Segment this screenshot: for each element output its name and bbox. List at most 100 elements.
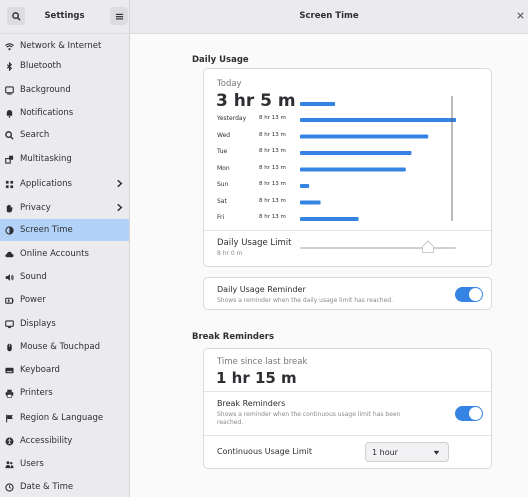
wifi-icon <box>5 42 14 50</box>
bar-mon <box>300 167 406 172</box>
sidebar-item-label: Bluetooth <box>20 61 62 71</box>
bar-fri <box>300 217 359 221</box>
clock-icon <box>5 482 14 492</box>
sidebar-header: Settings <box>0 0 129 34</box>
daily-usage-title: Daily Usage <box>192 55 249 65</box>
users-icon <box>5 460 14 468</box>
chevron-right-icon <box>117 203 123 212</box>
break-reminders-toggle[interactable] <box>455 406 483 421</box>
main-header: Screen Time <box>130 0 528 34</box>
background-icon <box>5 85 14 95</box>
sidebar-item-screen-time[interactable]: Screen Time <box>0 219 129 241</box>
sidebar-item-label: Network & Internet <box>20 41 102 51</box>
sidebar-item-label: Users <box>20 459 44 469</box>
sidebar-item-label: Sound <box>20 272 47 282</box>
sidebar-item-printers[interactable]: Printers <box>0 382 129 404</box>
sidebar-item-multitasking[interactable]: Multitasking <box>0 148 129 170</box>
slider-handle[interactable] <box>421 240 435 254</box>
sidebar-item-keyboard[interactable]: Keyboard <box>0 359 129 381</box>
sidebar-item-label: Search <box>20 130 50 140</box>
bluetooth-icon <box>6 61 13 71</box>
mouse-icon <box>7 343 12 351</box>
divider <box>204 391 491 392</box>
search-button[interactable] <box>7 7 25 25</box>
sidebar-item-online-accounts[interactable]: Online Accounts <box>0 243 129 265</box>
sidebar-item-users[interactable]: Users <box>0 453 129 475</box>
sidebar-item-sound[interactable]: Sound <box>0 266 129 288</box>
close-icon[interactable] <box>515 10 526 21</box>
page-title: Screen Time <box>299 11 359 21</box>
break-reminders-row-title: Break Reminders <box>217 399 286 408</box>
dropdown-value: 1 hour <box>372 448 398 457</box>
daily-usage-reminder-toggle[interactable] <box>455 287 483 302</box>
cloud-icon <box>5 251 14 257</box>
accessibility-icon <box>5 437 14 445</box>
sidebar-item-bluetooth[interactable]: Bluetooth <box>0 55 129 77</box>
display-icon <box>5 319 14 328</box>
sidebar-item-label: Screen Time <box>20 225 73 235</box>
grid-icon <box>5 180 14 188</box>
sidebar-item-mouse-touchpad[interactable]: Mouse & Touchpad <box>0 336 129 358</box>
sidebar-item-label: Date & Time <box>20 482 74 492</box>
sidebar-item-accessibility[interactable]: Accessibility <box>0 430 129 452</box>
sidebar-item-label: Power <box>20 295 46 305</box>
sidebar: Settings Network & Internet Bluetooth Ba… <box>0 0 130 497</box>
daily-usage-limit-label: Daily Usage Limit <box>217 238 292 248</box>
continuous-usage-row: Continuous Usage Limit 1 hour <box>204 435 493 469</box>
chevron-right-icon <box>117 179 123 188</box>
sidebar-item-label: Region & Language <box>20 413 104 423</box>
sidebar-item-notifications[interactable]: Notifications <box>0 102 129 124</box>
flag-icon <box>6 414 13 422</box>
sidebar-item-applications[interactable]: Applications <box>0 173 129 195</box>
sidebar-item-label: Printers <box>20 388 53 398</box>
time-since-break-label: Time since last break <box>217 357 308 367</box>
sidebar-item-displays[interactable]: Displays <box>0 313 129 335</box>
sidebar-item-privacy[interactable]: Privacy <box>0 197 129 219</box>
sidebar-item-label: Mouse & Touchpad <box>20 342 101 352</box>
sidebar-item-label: Applications <box>20 179 72 189</box>
bar-tue <box>300 151 412 155</box>
sidebar-item-label: Keyboard <box>20 365 60 375</box>
bar-wed <box>300 134 429 139</box>
main-menu-button[interactable] <box>110 7 128 25</box>
main-panel: Screen Time Daily Usage Today 3 hr 5 m Y… <box>130 0 528 497</box>
divider <box>204 230 491 231</box>
sidebar-item-power[interactable]: Power <box>0 289 129 311</box>
keyboard-icon <box>5 367 14 373</box>
sidebar-title: Settings <box>44 11 85 21</box>
sidebar-item-label: Privacy <box>20 203 51 213</box>
bar-yesterday <box>300 118 457 122</box>
reminder-subtitle: Shows a reminder when the daily usage li… <box>217 297 394 304</box>
sidebar-item-label: Background <box>20 85 71 95</box>
reminder-title: Daily Usage Reminder <box>217 285 306 294</box>
bar-sat <box>300 200 321 205</box>
hamburger-menu-icon <box>115 13 123 19</box>
bell-icon <box>6 109 13 118</box>
sidebar-item-background[interactable]: Background <box>0 79 129 101</box>
limit-slider[interactable] <box>300 240 456 253</box>
search-icon <box>5 130 14 140</box>
sidebar-item-label: Multitasking <box>20 154 72 164</box>
hand-icon <box>6 204 13 212</box>
printer-icon <box>5 389 14 398</box>
sidebar-item-network[interactable]: Network & Internet <box>0 35 129 57</box>
daily-usage-card: Today 3 hr 5 m Yesterday 8 hr 13 m Wed 8 hr… <box>203 68 492 267</box>
screen-time-icon <box>5 225 14 235</box>
toggle-knob <box>469 407 482 420</box>
daily-usage-limit-value: 8 hr 0 m <box>217 250 243 257</box>
bar-sun <box>300 184 310 188</box>
sidebar-item-label: Online Accounts <box>20 249 89 259</box>
break-reminders-card: Time since last break 1 hr 15 m Break Re… <box>203 348 492 469</box>
continuous-usage-label: Continuous Usage Limit <box>217 447 313 456</box>
usage-chart <box>300 96 457 221</box>
sidebar-item-region-language[interactable]: Region & Language <box>0 407 129 429</box>
bar-today <box>300 102 336 106</box>
continuous-usage-dropdown[interactable]: 1 hour <box>365 442 449 462</box>
sidebar-item-label: Notifications <box>20 108 74 118</box>
search-icon <box>11 11 21 21</box>
time-since-break-value: 1 hr 15 m <box>216 369 297 387</box>
sidebar-item-search[interactable]: Search <box>0 124 129 146</box>
multitasking-icon <box>5 155 14 164</box>
sidebar-item-date-time[interactable]: Date & Time <box>0 476 129 497</box>
break-reminders-row-subtitle: Shows a reminder when the continuous usa… <box>217 411 401 426</box>
